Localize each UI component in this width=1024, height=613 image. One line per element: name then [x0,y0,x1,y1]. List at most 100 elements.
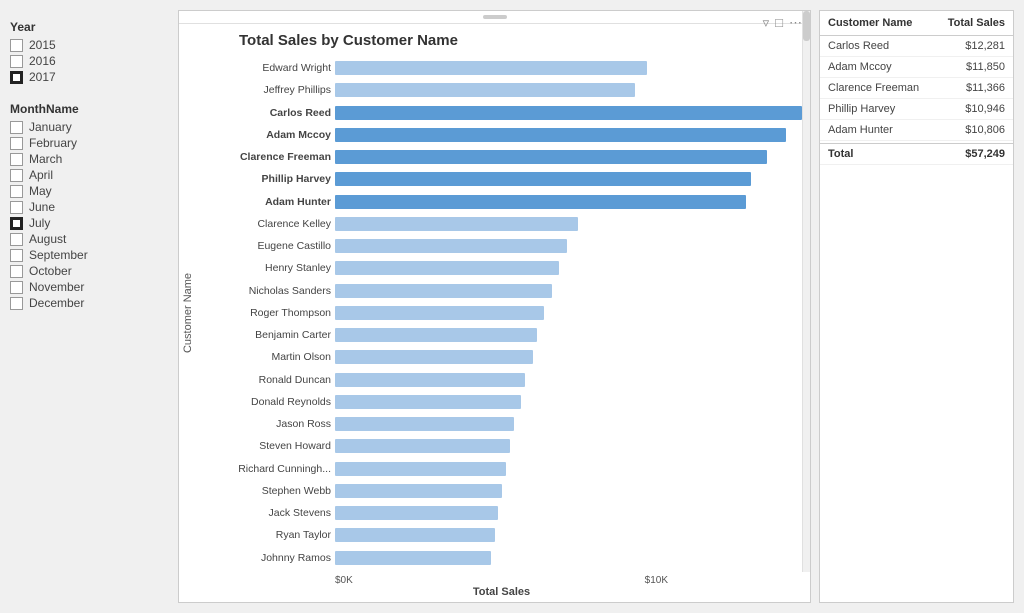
bar-fill [335,350,533,364]
table-row: Adam Hunter$10,806 [820,120,1013,141]
month-checkbox[interactable] [10,153,23,166]
bar-label: Roger Thompson [201,307,331,319]
table-row: Carlos Reed$12,281 [820,36,1013,57]
bar-label: Stephen Webb [201,485,331,497]
bar-row: Clarence Freeman [201,148,802,166]
bar-fill [335,284,552,298]
x-tick-0: $0K [335,575,353,586]
bar-fill [335,417,514,431]
more-icon[interactable]: ⋯ [789,15,802,31]
month-filter-item[interactable]: November [10,280,170,294]
month-filter-item[interactable]: March [10,152,170,166]
bar-track [335,551,802,565]
month-checkbox[interactable] [10,201,23,214]
year-filter-item[interactable]: 2015 [10,38,170,52]
bar-track [335,128,802,142]
month-checkbox[interactable] [10,121,23,134]
table-cell-sales: $12,281 [935,40,1005,52]
bar-track [335,484,802,498]
bar-label: Jack Stevens [201,507,331,519]
bar-fill [335,61,647,75]
month-filter-item[interactable]: February [10,136,170,150]
month-filter-item[interactable]: December [10,296,170,310]
bar-label: Martin Olson [201,351,331,363]
bar-track [335,350,802,364]
bar-track [335,150,802,164]
month-filter-item[interactable]: August [10,232,170,246]
month-checkbox[interactable] [10,233,23,246]
month-checkbox[interactable] [10,249,23,262]
bar-row: Donald Reynolds [201,393,802,411]
bar-track [335,373,802,387]
year-checkbox[interactable] [10,71,23,84]
toolbar-handle[interactable] [483,15,507,19]
bar-row: Jason Ross [201,415,802,433]
bar-row: Edward Wright [201,59,802,77]
bar-label: Donald Reynolds [201,396,331,408]
month-checkbox[interactable] [10,185,23,198]
bar-track [335,506,802,520]
bar-label: Phillip Harvey [201,173,331,185]
bar-row: Martin Olson [201,348,802,366]
month-checkbox[interactable] [10,265,23,278]
bar-track [335,61,802,75]
bar-label: Ryan Taylor [201,529,331,541]
bar-row: Ryan Taylor [201,526,802,544]
bar-fill [335,128,786,142]
bar-track [335,261,802,275]
table-cell-name: Adam Mccoy [828,61,935,73]
bar-track [335,83,802,97]
bar-fill [335,373,525,387]
bar-label: Carlos Reed [201,107,331,119]
bar-fill [335,306,544,320]
bar-row: Jeffrey Phillips [201,81,802,99]
bar-label: Benjamin Carter [201,329,331,341]
month-filter-item[interactable]: April [10,168,170,182]
bar-track [335,306,802,320]
bar-label: Jason Ross [201,418,331,430]
month-label: August [29,232,66,246]
bar-fill [335,195,746,209]
year-checkbox[interactable] [10,55,23,68]
table-cell-sales: $10,806 [935,124,1005,136]
month-filter-item[interactable]: September [10,248,170,262]
month-filter-item[interactable]: July [10,216,170,230]
month-filter-section: MonthName JanuaryFebruaryMarchAprilMayJu… [10,102,170,312]
x-axis-ticks: $0K $10K [335,573,668,586]
year-checkbox[interactable] [10,39,23,52]
bar-row: Nicholas Sanders [201,282,802,300]
year-filter-item[interactable]: 2017 [10,70,170,84]
bar-fill [335,239,567,253]
month-checkbox[interactable] [10,169,23,182]
scroll-track[interactable] [802,53,810,572]
table-header-sales: Total Sales [935,17,1005,29]
bar-fill [335,528,495,542]
month-filter-item[interactable]: October [10,264,170,278]
year-label: 2017 [29,70,56,84]
month-filter-item[interactable]: January [10,120,170,134]
toolbar-icons: ▿ □ ⋯ [763,15,802,31]
month-checkbox[interactable] [10,137,23,150]
year-label: 2015 [29,38,56,52]
bar-label: Adam Hunter [201,196,331,208]
sidebar: Year 201520162017 MonthName JanuaryFebru… [10,10,170,603]
month-checkbox[interactable] [10,281,23,294]
bar-label: Henry Stanley [201,262,331,274]
bar-label: Ronald Duncan [201,374,331,386]
month-checkbox[interactable] [10,217,23,230]
month-label: June [29,200,55,214]
month-label: December [29,296,84,310]
bar-track [335,284,802,298]
bar-row: Eugene Castillo [201,237,802,255]
expand-icon[interactable]: □ [775,15,783,31]
bar-row: Clarence Kelley [201,215,802,233]
month-checkbox[interactable] [10,297,23,310]
table-cell-name: Adam Hunter [828,124,935,136]
month-filter-item[interactable]: June [10,200,170,214]
bar-row: Carlos Reed [201,104,802,122]
month-filter-item[interactable]: May [10,184,170,198]
bar-fill [335,395,521,409]
bar-track [335,217,802,231]
filter-icon[interactable]: ▿ [763,15,770,31]
year-filter-item[interactable]: 2016 [10,54,170,68]
